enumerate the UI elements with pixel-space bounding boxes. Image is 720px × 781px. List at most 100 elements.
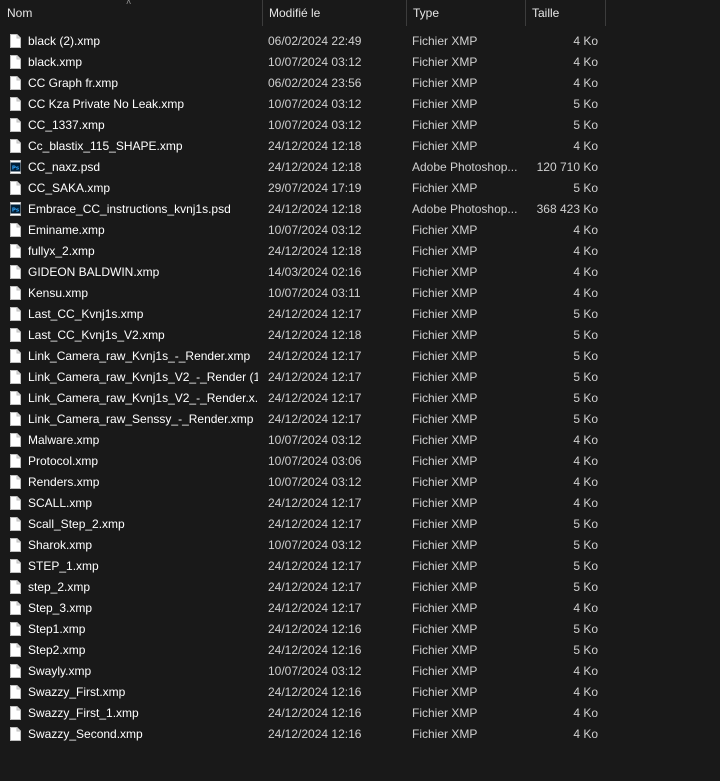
document-icon (10, 286, 21, 300)
file-size: 368 423 Ko (536, 202, 598, 216)
file-row[interactable]: CC_SAKA.xmp 29/07/2024 17:19 Fichier XMP 5 … (0, 178, 720, 199)
document-icon (10, 223, 21, 237)
file-type: Fichier XMP (412, 643, 478, 657)
file-name: Link_Camera_raw_Kvnj1s_V2_-_Render.x... (28, 391, 258, 405)
file-name: fullyx_2.xmp (28, 244, 95, 258)
file-type: Fichier XMP (412, 244, 478, 258)
document-icon (10, 118, 21, 132)
file-row[interactable]: Link_Camera_raw_Senssy_-_Render.xmp 24/12… (0, 409, 720, 430)
file-row[interactable]: Malware.xmp 10/07/2024 03:12 Fichier XMP 4 … (0, 430, 720, 451)
file-row[interactable]: Last_CC_Kvnj1s_V2.xmp 24/12/2024 12:18 Fic… (0, 325, 720, 346)
file-type: Fichier XMP (412, 685, 478, 699)
file-row[interactable]: STEP_1.xmp 24/12/2024 12:17 Fichier XMP 5 K… (0, 556, 720, 577)
file-name: Step_3.xmp (28, 601, 93, 615)
file-modified-date: 24/12/2024 12:17 (268, 391, 362, 405)
file-row[interactable]: Link_Camera_raw_Kvnj1s_-_Render.xmp 24/12… (0, 346, 720, 367)
file-size: 5 Ko (573, 349, 598, 363)
file-type: Fichier XMP (412, 34, 478, 48)
file-row[interactable]: Swazzy_Second.xmp 24/12/2024 12:16 Fichier… (0, 724, 720, 745)
file-row[interactable]: Step_3.xmp 24/12/2024 12:17 Fichier XMP 4 K… (0, 598, 720, 619)
file-row[interactable]: step_2.xmp 24/12/2024 12:17 Fichier XMP 5 K… (0, 577, 720, 598)
file-row[interactable]: Scall_Step_2.xmp 24/12/2024 12:17 Fichier … (0, 514, 720, 535)
file-row[interactable]: Eminame.xmp 10/07/2024 03:12 Fichier XMP 4 … (0, 220, 720, 241)
file-row[interactable]: SCALL.xmp 24/12/2024 12:17 Fichier XMP 4 Ko (0, 493, 720, 514)
file-name: CC Kza Private No Leak.xmp (28, 97, 185, 111)
column-header-type[interactable]: Type (406, 0, 525, 26)
file-name: CC Graph fr.xmp (28, 76, 119, 90)
file-row[interactable]: Step2.xmp 24/12/2024 12:16 Fichier XMP 5 Ko (0, 640, 720, 661)
file-size: 5 Ko (573, 538, 598, 552)
column-header-modified[interactable]: Modifié le (262, 0, 406, 26)
file-size: 4 Ko (573, 244, 598, 258)
file-name: Last_CC_Kvnj1s_V2.xmp (28, 328, 165, 342)
document-icon (10, 244, 21, 258)
file-row[interactable]: Cc_blastix_115_SHAPE.xmp 24/12/2024 12:18… (0, 136, 720, 157)
file-type: Fichier XMP (412, 286, 478, 300)
file-row[interactable]: CC Kza Private No Leak.xmp 10/07/2024 03:… (0, 94, 720, 115)
file-row[interactable]: Sharok.xmp 10/07/2024 03:12 Fichier XMP 5 K… (0, 535, 720, 556)
column-header-name[interactable]: Nom (0, 0, 262, 26)
column-resize-handle-size[interactable] (605, 0, 606, 26)
file-size: 5 Ko (573, 559, 598, 573)
file-size: 5 Ko (573, 412, 598, 426)
file-type: Fichier XMP (412, 580, 478, 594)
file-row[interactable]: Link_Camera_raw_Kvnj1s_V2_-_Render.x... 2… (0, 388, 720, 409)
file-type: Fichier XMP (412, 727, 478, 741)
document-icon (10, 580, 21, 594)
file-row[interactable]: Protocol.xmp 10/07/2024 03:06 Fichier XMP 4… (0, 451, 720, 472)
file-modified-date: 10/07/2024 03:12 (268, 223, 362, 237)
file-row[interactable]: Last_CC_Kvnj1s.xmp 24/12/2024 12:17 Fichie… (0, 304, 720, 325)
file-row[interactable]: Renders.xmp 10/07/2024 03:12 Fichier XMP 4 … (0, 472, 720, 493)
svg-text:Ps: Ps (12, 166, 20, 172)
file-name: Step2.xmp (28, 643, 86, 657)
document-icon (10, 181, 21, 195)
file-row[interactable]: Link_Camera_raw_Kvnj1s_V2_-_Render (1...… (0, 367, 720, 388)
file-size: 5 Ko (573, 580, 598, 594)
file-row[interactable]: black.xmp 10/07/2024 03:12 Fichier XMP 4 Ko (0, 52, 720, 73)
document-icon (10, 706, 21, 720)
file-type: Fichier XMP (412, 223, 478, 237)
file-type: Fichier XMP (412, 433, 478, 447)
file-row[interactable]: Swazzy_First_1.xmp 24/12/2024 12:16 Fichie… (0, 703, 720, 724)
file-type: Fichier XMP (412, 517, 478, 531)
file-name: Link_Camera_raw_Kvnj1s_-_Render.xmp (28, 349, 251, 363)
file-type: Fichier XMP (412, 370, 478, 384)
file-row[interactable]: fullyx_2.xmp 24/12/2024 12:18 Fichier XMP 4… (0, 241, 720, 262)
file-row[interactable]: Swazzy_First.xmp 24/12/2024 12:16 Fichier … (0, 682, 720, 703)
file-row[interactable]: GIDEON BALDWIN.xmp 14/03/2024 02:16 Fichie… (0, 262, 720, 283)
file-size: 4 Ko (573, 601, 598, 615)
document-icon (10, 496, 21, 510)
file-type: Fichier XMP (412, 265, 478, 279)
column-header-bar: ˄ Nom Modifié le Type Taille (0, 0, 720, 26)
file-size: 4 Ko (573, 55, 598, 69)
file-type: Fichier XMP (412, 559, 478, 573)
file-type: Fichier XMP (412, 475, 478, 489)
svg-text:Ps: Ps (12, 208, 20, 214)
file-size: 120 710 Ko (536, 160, 598, 174)
file-row[interactable]: Ps CC_naxz.psd 24/12/2024 12:18 Adobe Photo… (0, 157, 720, 178)
file-explorer: ˄ Nom Modifié le Type Taille black (2).x… (0, 0, 720, 781)
file-row[interactable]: Kensu.xmp 10/07/2024 03:11 Fichier XMP 4 Ko (0, 283, 720, 304)
document-icon (10, 76, 21, 90)
file-name: Cc_blastix_115_SHAPE.xmp (28, 139, 183, 153)
file-modified-date: 10/07/2024 03:12 (268, 118, 362, 132)
file-row[interactable]: Swayly.xmp 10/07/2024 03:12 Fichier XMP 4 K… (0, 661, 720, 682)
file-type: Fichier XMP (412, 139, 478, 153)
document-icon (10, 454, 21, 468)
file-list: black (2).xmp 06/02/2024 22:49 Fichier XMP… (0, 31, 720, 745)
file-name: Swazzy_First.xmp (28, 685, 126, 699)
file-row[interactable]: black (2).xmp 06/02/2024 22:49 Fichier XMP… (0, 31, 720, 52)
file-name: Protocol.xmp (28, 454, 99, 468)
file-type: Fichier XMP (412, 349, 478, 363)
column-header-size[interactable]: Taille (525, 0, 605, 26)
file-size: 4 Ko (573, 664, 598, 678)
file-row[interactable]: Step1.xmp 24/12/2024 12:16 Fichier XMP 5 Ko (0, 619, 720, 640)
file-modified-date: 06/02/2024 23:56 (268, 76, 362, 90)
file-name: step_2.xmp (28, 580, 91, 594)
file-size: 4 Ko (573, 76, 598, 90)
file-row[interactable]: Ps Embrace_CC_instructions_kvnj1s.psd 24/1… (0, 199, 720, 220)
file-row[interactable]: CC Graph fr.xmp 06/02/2024 23:56 Fichier X… (0, 73, 720, 94)
file-modified-date: 29/07/2024 17:19 (268, 181, 362, 195)
file-row[interactable]: CC_1337.xmp 10/07/2024 03:12 Fichier XMP 5 … (0, 115, 720, 136)
file-size: 5 Ko (573, 370, 598, 384)
